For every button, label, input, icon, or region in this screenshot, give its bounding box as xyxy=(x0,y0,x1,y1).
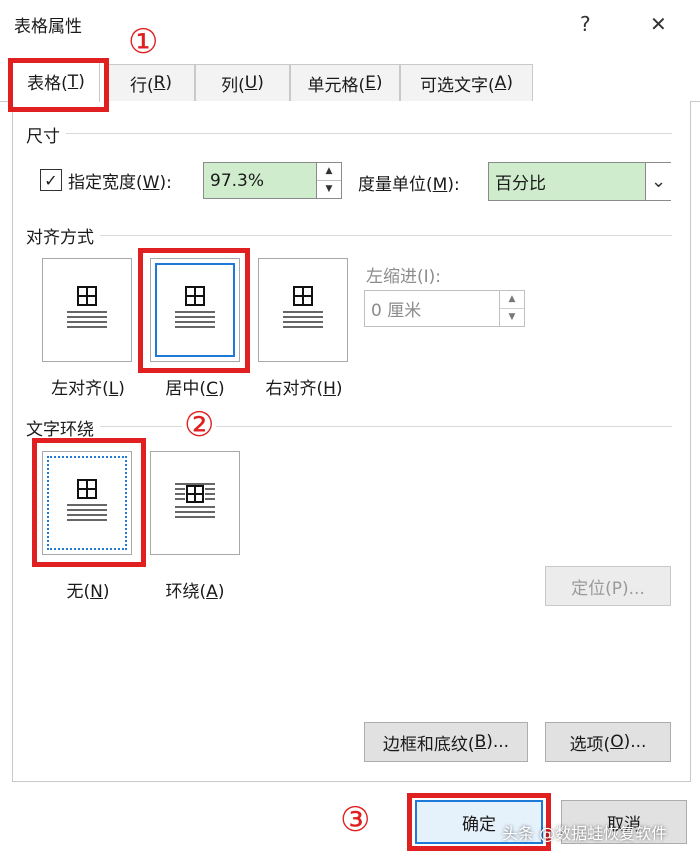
close-button[interactable]: ✕ xyxy=(650,12,667,36)
tab-column[interactable]: 列(U) xyxy=(195,64,290,101)
arrow-up-icon[interactable]: ▲ xyxy=(317,163,341,181)
indent-spinner[interactable]: ▲ ▼ xyxy=(499,290,525,327)
width-input[interactable]: 97.3% xyxy=(203,162,317,199)
highlight-box-center xyxy=(138,248,250,373)
arrow-up-icon[interactable]: ▲ xyxy=(500,291,524,309)
arrow-down-icon[interactable]: ▼ xyxy=(317,181,341,199)
align-left-option[interactable] xyxy=(42,258,132,362)
measure-in-value: 百分比 xyxy=(495,174,546,194)
wrap-none-label: 无(N) xyxy=(66,582,110,602)
dialog-title: 表格属性 xyxy=(14,17,82,37)
table-wrap-around-icon xyxy=(175,483,215,518)
positioning-button[interactable]: 定位(P)... xyxy=(545,566,671,606)
align-right-label: 右对齐(H) xyxy=(265,379,343,399)
wrap-around-option[interactable] xyxy=(150,451,240,555)
arrow-down-icon[interactable]: ▼ xyxy=(500,309,524,327)
size-separator xyxy=(28,133,672,134)
alignment-section-title: 对齐方式 xyxy=(26,223,100,248)
table-right-icon xyxy=(283,286,323,328)
indent-input[interactable]: 0 厘米 xyxy=(364,290,500,327)
tab-row[interactable]: 行(R) xyxy=(107,64,195,101)
indent-label: 左缩进(I): xyxy=(366,267,442,287)
help-button[interactable]: ? xyxy=(580,12,591,36)
chevron-down-icon[interactable]: ⌄ xyxy=(645,163,671,200)
wrap-separator xyxy=(28,426,672,427)
tab-cell[interactable]: 单元格(E) xyxy=(290,64,400,101)
table-left-icon xyxy=(67,286,107,328)
wrap-around-label: 环绕(A) xyxy=(165,582,225,602)
align-left-label: 左对齐(L) xyxy=(51,379,125,399)
width-spinner[interactable]: ▲ ▼ xyxy=(316,162,342,199)
wrap-section-title: 文字环绕 xyxy=(26,415,100,440)
align-center-label: 居中(C) xyxy=(165,379,225,399)
step-2-marker: ② xyxy=(182,405,217,445)
alignment-separator xyxy=(28,235,672,236)
size-section-title: 尺寸 xyxy=(26,122,66,147)
tab-alt-text[interactable]: 可选文字(A) xyxy=(400,64,533,101)
step-3-marker: ③ xyxy=(340,800,371,840)
watermark: 头条 @数据蛙恢复软件 xyxy=(502,824,668,843)
align-right-option[interactable] xyxy=(258,258,348,362)
checkmark-icon: ✓ xyxy=(44,170,58,190)
preferred-width-checkbox[interactable]: ✓ xyxy=(40,169,62,191)
highlight-box-wrap-none xyxy=(32,438,146,567)
preferred-width-label: 指定宽度(W): xyxy=(68,173,172,193)
highlight-box-table-tab xyxy=(8,58,109,112)
options-button[interactable]: 选项(O)... xyxy=(545,722,671,762)
borders-and-shading-button[interactable]: 边框和底纹(B)... xyxy=(364,722,528,762)
measure-in-label: 度量单位(M): xyxy=(358,175,460,195)
step-1-marker: ① xyxy=(128,22,159,62)
measure-in-select[interactable]: 百分比 xyxy=(488,162,671,201)
